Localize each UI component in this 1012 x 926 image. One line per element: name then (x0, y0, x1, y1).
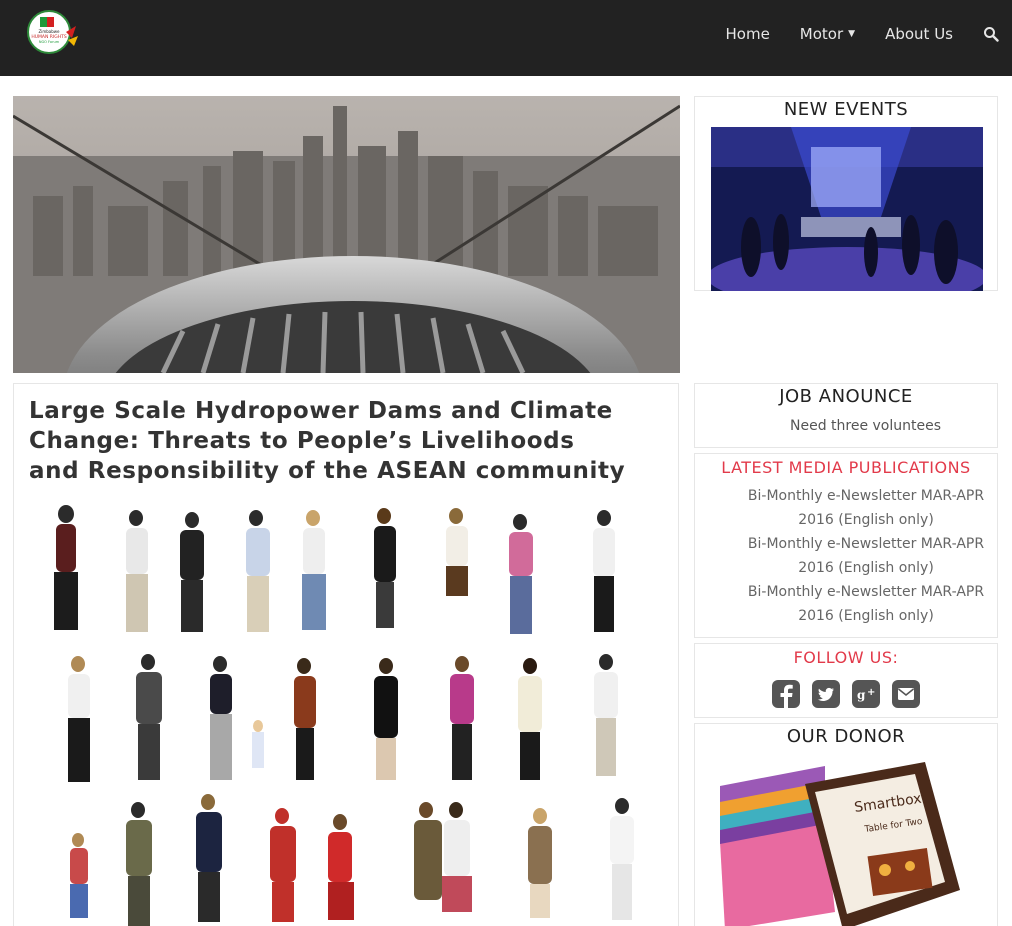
donor-image[interactable]: Smartbox Table for Two (715, 762, 965, 926)
events-image[interactable] (711, 127, 983, 291)
google-plus-icon[interactable]: g + (851, 679, 881, 709)
nav-home[interactable]: Home (726, 25, 770, 43)
job-announce-panel: JOB ANOUNCE Need three voluntees (694, 383, 998, 448)
media-item[interactable]: Bi-Monthly e-Newsletter MAR-APR 2016 (En… (745, 484, 987, 532)
media-item[interactable]: Bi-Monthly e-Newsletter MAR-APR 2016 (En… (745, 532, 987, 580)
media-publications-list: Bi-Monthly e-Newsletter MAR-APR 2016 (En… (745, 484, 987, 628)
our-donor-title: OUR DONOR (786, 726, 906, 747)
hero-image[interactable] (13, 96, 680, 373)
nav-motor-label: Motor (799, 25, 844, 43)
search-icon[interactable] (983, 26, 999, 42)
follow-us-title: FOLLOW US: (793, 648, 899, 667)
top-navbar: Zimbabwe HUMAN RIGHTS NGO Forum Home Mot… (0, 0, 1012, 76)
media-publications-panel: LATEST MEDIA PUBLICATIONS Bi-Monthly e-N… (694, 453, 998, 638)
new-events-panel: NEW EVENTS (694, 96, 998, 291)
email-icon[interactable] (891, 679, 921, 709)
article-title[interactable]: Large Scale Hydropower Dams and Climate … (29, 396, 629, 486)
svg-text:Zimbabwe: Zimbabwe (38, 29, 60, 34)
site-logo[interactable]: Zimbabwe HUMAN RIGHTS NGO Forum (26, 10, 80, 54)
svg-text:+: + (867, 687, 875, 698)
nav-about-us[interactable]: About Us (885, 25, 953, 43)
article-card: Large Scale Hydropower Dams and Climate … (13, 383, 679, 926)
svg-text:g: g (857, 688, 866, 702)
twitter-icon[interactable] (811, 679, 841, 709)
nav-home-label: Home (725, 25, 770, 43)
facebook-icon[interactable] (771, 679, 801, 709)
new-events-title: NEW EVENTS (783, 99, 909, 120)
job-announce-title: JOB ANOUNCE (779, 386, 913, 407)
job-announce-link[interactable]: Need three voluntees (790, 418, 941, 434)
our-donor-panel: OUR DONOR Smartbox Table for Two (694, 723, 998, 926)
media-publications-title: LATEST MEDIA PUBLICATIONS (721, 458, 971, 477)
social-icons: g + (771, 679, 921, 709)
follow-us-panel: FOLLOW US: g + (694, 643, 998, 718)
nav-about-label: About Us (885, 25, 953, 43)
article-image[interactable] (28, 504, 658, 926)
main-nav: Home Motor ▼ About Us (726, 0, 1012, 68)
caret-down-icon: ▼ (848, 29, 856, 39)
media-item[interactable]: Bi-Monthly e-Newsletter MAR-APR 2016 (En… (745, 580, 987, 628)
nav-motor[interactable]: Motor ▼ (800, 25, 855, 43)
svg-text:NGO Forum: NGO Forum (39, 40, 60, 44)
